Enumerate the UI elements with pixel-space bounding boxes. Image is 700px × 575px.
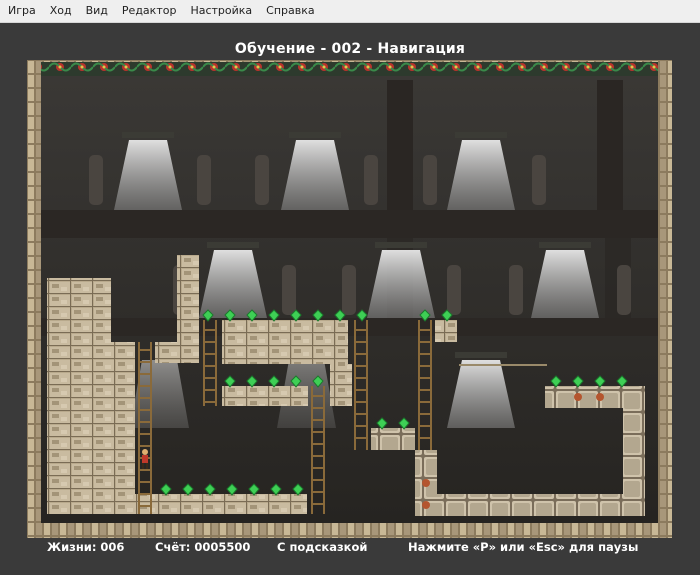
- menu-view[interactable]: Вид: [79, 0, 115, 22]
- left-wall: [47, 278, 111, 514]
- right-pillar: [658, 60, 672, 538]
- left-wall-step: [111, 342, 135, 514]
- hint-mode: С подсказкой: [277, 540, 368, 554]
- board-floor-border: [41, 523, 658, 536]
- stone-block-single: [435, 320, 457, 342]
- game-board-canvas[interactable]: [27, 60, 672, 538]
- upper-ledge: [41, 210, 658, 238]
- lives-counter: Жизни: 006: [47, 540, 125, 554]
- left-pillar: [27, 60, 41, 538]
- pause-hint: Нажмите «P» или «Esc» для паузы: [408, 540, 639, 554]
- stone-pillar-middle: [330, 364, 352, 406]
- level-title: Обучение - 002 - Навигация: [234, 41, 466, 57]
- stone-floor-left: [135, 494, 307, 514]
- menu-game[interactable]: Игра: [0, 0, 43, 22]
- menu-help[interactable]: Справка: [259, 0, 321, 22]
- status-bar: Жизни: 006 Счёт: 0005500 С подсказкой На…: [0, 540, 700, 558]
- game-board[interactable]: [27, 60, 672, 538]
- menu-editor[interactable]: Редактор: [115, 0, 184, 22]
- stone-ledge-upper: [222, 320, 348, 364]
- stone-ledge-left: [155, 342, 199, 363]
- decor-frieze: [41, 62, 658, 76]
- score-counter: Счёт: 0005500: [155, 540, 251, 554]
- menu-bar: Игра Ход Вид Редактор Настройка Справка: [0, 0, 700, 23]
- menu-move[interactable]: Ход: [43, 0, 79, 22]
- menu-settings[interactable]: Настройка: [183, 0, 259, 22]
- middle-ledge: [41, 318, 658, 336]
- stone-ledge-middle: [222, 386, 308, 406]
